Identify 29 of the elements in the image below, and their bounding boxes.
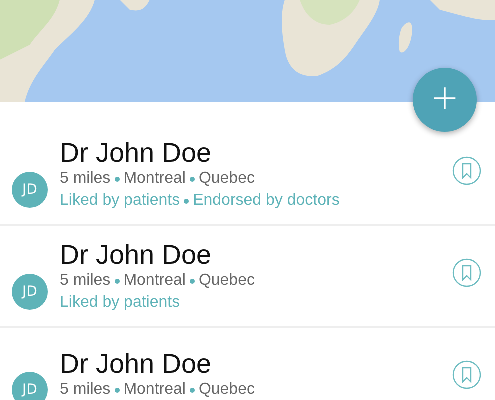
meta-text: Montreal bbox=[124, 169, 186, 189]
meta-text: Quebec bbox=[198, 169, 255, 189]
avatar: JD bbox=[12, 372, 48, 400]
doctor-name: Dr John Doe bbox=[60, 138, 213, 168]
tag-text: Endorsed by doctors bbox=[193, 191, 340, 211]
meta-text: Montreal bbox=[124, 380, 186, 400]
separator-dot bbox=[114, 388, 120, 392]
bookmark-icon[interactable] bbox=[452, 156, 482, 186]
doctor-name: Dr John Doe bbox=[60, 349, 213, 379]
separator-dot bbox=[114, 176, 120, 182]
separator-dot bbox=[190, 278, 195, 284]
meta-text: Montreal bbox=[124, 271, 186, 291]
doctor-name: Dr John Doe bbox=[60, 240, 213, 270]
bookmark-icon[interactable] bbox=[452, 360, 482, 390]
tag-text: Liked by patients bbox=[60, 191, 180, 211]
avatar: JD bbox=[12, 274, 48, 310]
separator-dot bbox=[184, 198, 190, 204]
separator-dot bbox=[190, 176, 195, 182]
avatar: JD bbox=[12, 172, 48, 208]
meta-text: 5 miles bbox=[60, 169, 111, 189]
separator-dot bbox=[114, 278, 120, 284]
meta-text: Quebec bbox=[198, 380, 255, 400]
add-button[interactable]: + bbox=[413, 68, 477, 132]
meta-text: Quebec bbox=[198, 271, 255, 291]
meta-text: 5 miles bbox=[60, 380, 111, 400]
separator-dot bbox=[190, 388, 195, 392]
tag-text: Liked by patients bbox=[60, 293, 180, 313]
bookmark-icon[interactable] bbox=[452, 258, 482, 288]
meta-text: 5 miles bbox=[60, 271, 111, 291]
